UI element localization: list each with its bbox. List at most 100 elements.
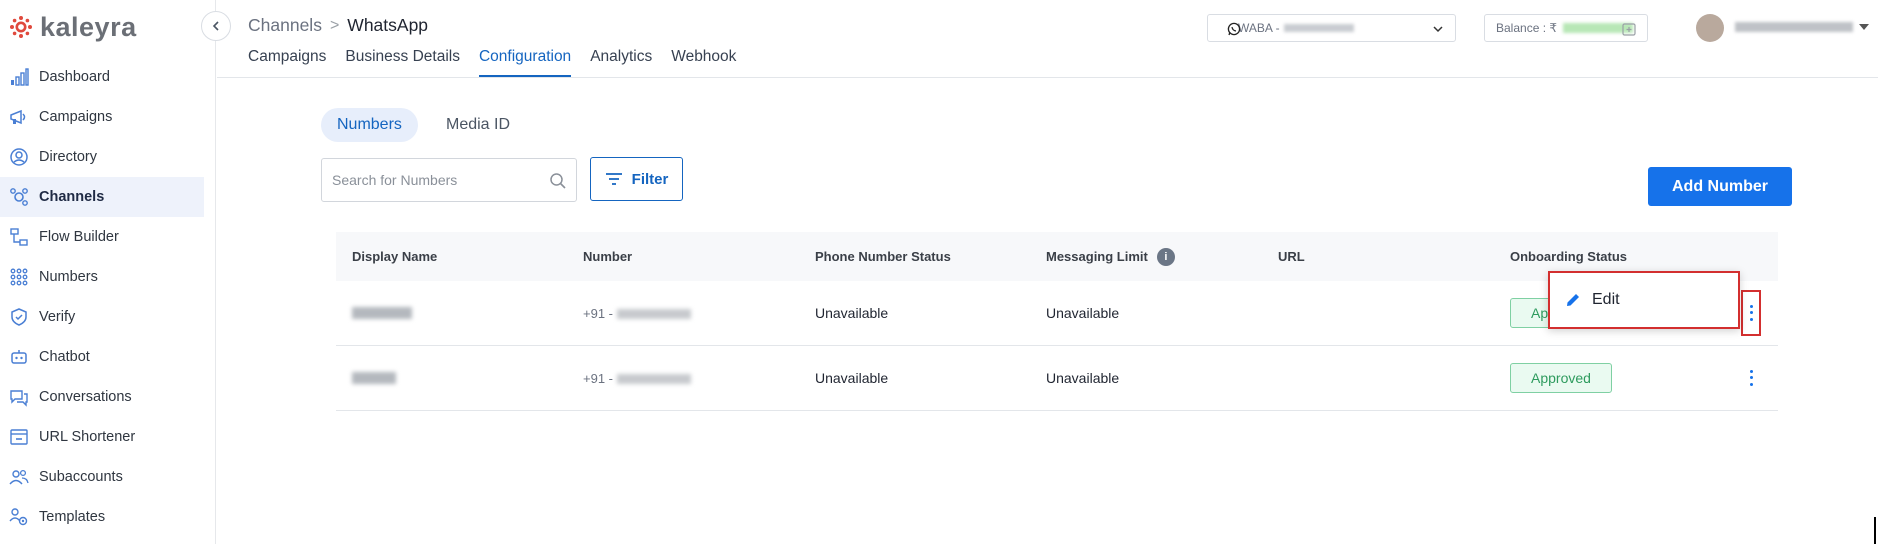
- sidebar-item-dashboard[interactable]: Dashboard: [0, 57, 204, 97]
- sidebar-item-templates[interactable]: Templates: [0, 497, 204, 537]
- messaging-limit-label: Messaging Limit: [1046, 249, 1148, 264]
- country-code: +91 -: [583, 371, 613, 386]
- sidebar-item-chatbot[interactable]: Chatbot: [0, 337, 204, 377]
- kebab-dot: [1749, 311, 1753, 315]
- segment-numbers[interactable]: Numbers: [321, 108, 418, 142]
- number-redacted: [617, 374, 691, 385]
- phone-status-cell: Unavailable: [815, 305, 889, 321]
- table-row[interactable]: +91 - Unavailable Unavailable Approved: [336, 346, 1778, 411]
- sidebar-item-label: Dashboard: [39, 69, 110, 85]
- column-header-onboarding-status: Onboarding Status: [1510, 249, 1627, 264]
- sidebar-item-label: Templates: [39, 509, 106, 525]
- whatsapp-icon: [1227, 22, 1241, 36]
- tab-business-details[interactable]: Business Details: [345, 48, 460, 77]
- row-actions-menu-button[interactable]: [1745, 365, 1757, 391]
- column-header-phone-status: Phone Number Status: [815, 249, 951, 264]
- tab-webhook[interactable]: Webhook: [671, 48, 736, 77]
- filter-button[interactable]: Filter: [590, 157, 683, 201]
- sidebar-nav: Dashboard Campaigns Directory Channels F…: [0, 57, 216, 537]
- sidebar: kaleyra Dashboard Campaigns Directory Ch…: [0, 0, 216, 544]
- number-redacted: [617, 309, 691, 320]
- sidebar-item-label: Chatbot: [39, 349, 90, 365]
- column-header-display-name: Display Name: [352, 249, 438, 264]
- sidebar-item-directory[interactable]: Directory: [0, 137, 204, 177]
- add-number-button[interactable]: Add Number: [1648, 167, 1792, 206]
- sidebar-item-flow-builder[interactable]: Flow Builder: [0, 217, 204, 257]
- breadcrumb-current: WhatsApp: [347, 15, 429, 35]
- add-funds-icon[interactable]: [1621, 21, 1637, 37]
- dial-pad-icon: [8, 266, 30, 288]
- search-icon[interactable]: [549, 172, 567, 190]
- sidebar-item-label: Directory: [39, 149, 98, 165]
- kebab-dot: [1749, 304, 1753, 308]
- display-name-redacted: [352, 372, 396, 384]
- tab-analytics[interactable]: Analytics: [590, 48, 652, 77]
- logo[interactable]: kaleyra: [9, 12, 137, 42]
- number-cell: +91 -: [583, 370, 691, 386]
- sidebar-item-label: Channels: [39, 189, 105, 205]
- megaphone-icon: [8, 106, 30, 128]
- filter-label: Filter: [631, 170, 669, 188]
- collapse-sidebar-button[interactable]: [201, 11, 231, 41]
- tab-campaigns[interactable]: Campaigns: [248, 48, 326, 77]
- user-name-redacted[interactable]: [1735, 22, 1853, 32]
- search-input[interactable]: [332, 172, 532, 188]
- waba-name-redacted: [1283, 24, 1354, 32]
- kaleyra-logo-icon: [9, 15, 33, 39]
- sidebar-item-label: Conversations: [39, 389, 132, 405]
- country-code: +91 -: [583, 306, 613, 321]
- sidebar-item-campaigns[interactable]: Campaigns: [0, 97, 204, 137]
- sidebar-item-channels[interactable]: Channels: [0, 177, 204, 217]
- template-gear-icon: [8, 506, 30, 528]
- user-menu-caret-icon[interactable]: [1858, 22, 1870, 32]
- sidebar-item-label: Numbers: [39, 269, 98, 285]
- sidebar-item-label: Subaccounts: [39, 469, 123, 485]
- column-header-number: Number: [583, 249, 633, 264]
- row-actions-menu-button[interactable]: [1741, 290, 1761, 336]
- kebab-dot: [1749, 318, 1753, 322]
- filter-icon: [605, 173, 622, 185]
- chart-bars-icon: [8, 66, 30, 88]
- cursor-marker: [1874, 517, 1876, 544]
- shield-check-icon: [8, 306, 30, 328]
- breadcrumb-parent-link[interactable]: Channels: [248, 15, 322, 36]
- chevron-left-icon: [212, 21, 219, 31]
- sidebar-item-url-shortener[interactable]: URL Shortener: [0, 417, 204, 457]
- breadcrumb-separator: >: [329, 16, 340, 34]
- sidebar-item-label: Flow Builder: [39, 229, 119, 245]
- sidebar-item-label: Campaigns: [39, 109, 113, 125]
- flow-icon: [8, 226, 30, 248]
- waba-selector[interactable]: WABA -: [1207, 14, 1456, 42]
- link-window-icon: [8, 426, 30, 448]
- status-badge: Approved: [1510, 363, 1612, 393]
- kebab-dot: [1749, 369, 1753, 373]
- channels-icon: [8, 186, 30, 208]
- search-box: [321, 158, 577, 202]
- tab-configuration[interactable]: Configuration: [478, 48, 572, 77]
- sidebar-item-conversations[interactable]: Conversations: [0, 377, 204, 417]
- sidebar-item-verify[interactable]: Verify: [0, 297, 204, 337]
- avatar[interactable]: [1696, 14, 1724, 42]
- sidebar-item-numbers[interactable]: Numbers: [0, 257, 204, 297]
- info-icon[interactable]: i: [1156, 247, 1175, 266]
- chatbot-icon: [8, 346, 30, 368]
- balance-display: Balance : ₹: [1484, 14, 1648, 42]
- edit-label: Edit: [1592, 291, 1620, 308]
- channel-tabs: Campaigns Business Details Configuration…: [248, 48, 755, 77]
- users-icon: [8, 466, 30, 488]
- chat-bubbles-icon: [8, 386, 30, 408]
- segment-media-id[interactable]: Media ID: [430, 108, 526, 142]
- phone-status-cell: Unavailable: [815, 370, 889, 386]
- messaging-limit-cell: Unavailable: [1046, 305, 1120, 321]
- messaging-limit-cell: Unavailable: [1046, 370, 1120, 386]
- display-name-redacted: [352, 307, 412, 319]
- column-header-messaging-limit: Messaging Limit i: [1046, 247, 1175, 266]
- edit-menu-item[interactable]: Edit: [1548, 271, 1740, 329]
- number-cell: +91 -: [583, 305, 691, 321]
- kebab-dot: [1749, 376, 1753, 380]
- chevron-down-icon: [1433, 26, 1443, 33]
- user-circle-icon: [8, 146, 30, 168]
- sidebar-item-label: Verify: [39, 309, 76, 325]
- balance-label: Balance : ₹: [1496, 21, 1558, 35]
- sidebar-item-subaccounts[interactable]: Subaccounts: [0, 457, 204, 497]
